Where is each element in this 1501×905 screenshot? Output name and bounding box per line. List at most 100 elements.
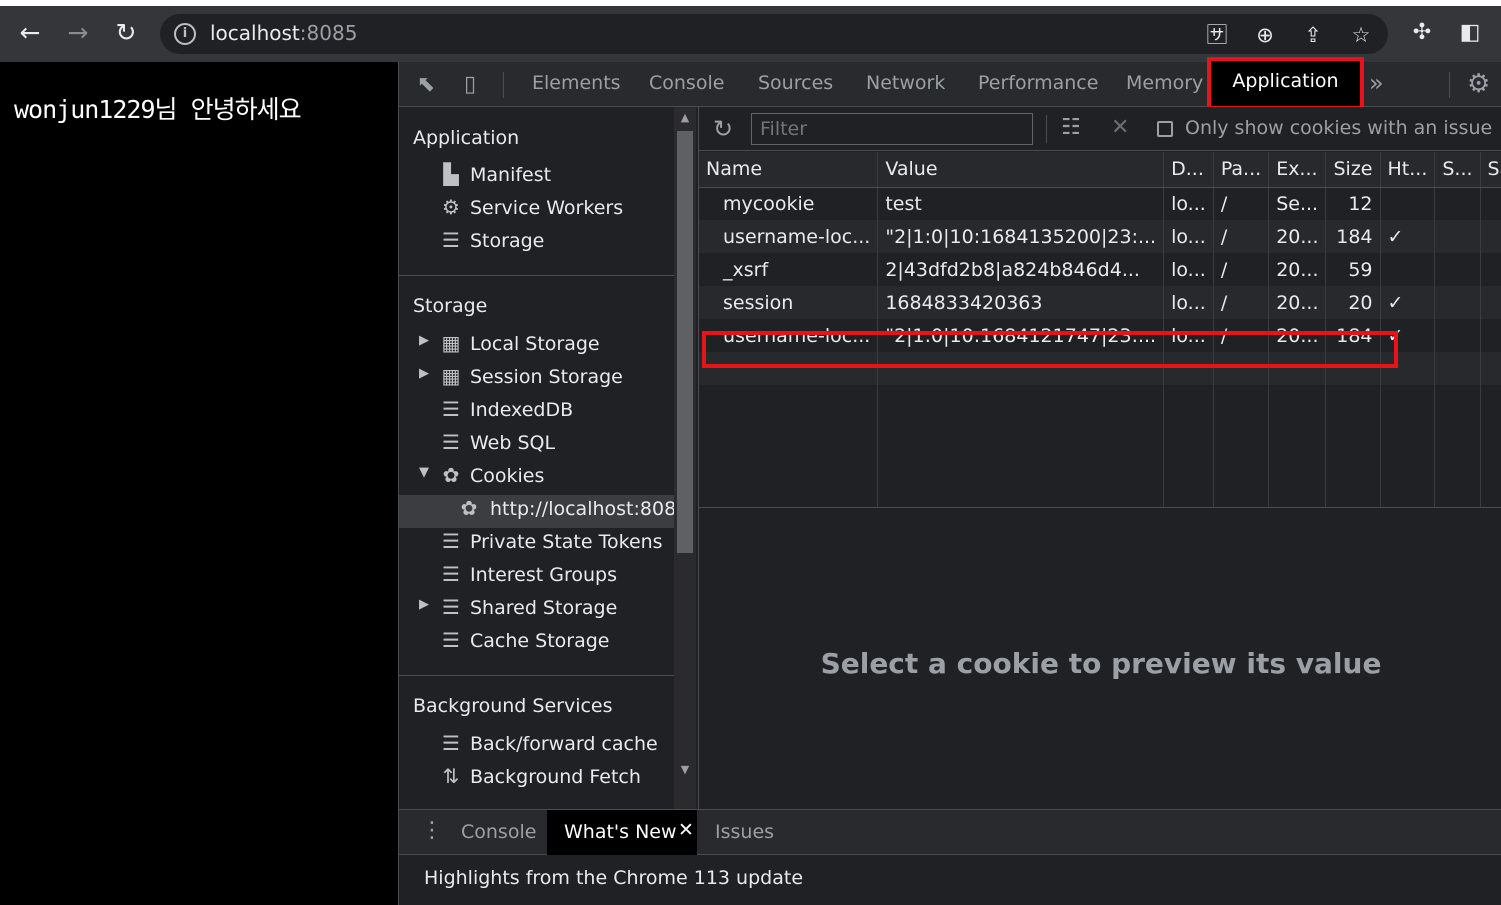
drawer-tab-issues[interactable]: Issues xyxy=(715,821,774,843)
sidebar-item-storage-overview[interactable]: ☰ Storage xyxy=(399,227,674,260)
device-toolbar-icon[interactable]: ▯ xyxy=(455,70,485,100)
collapse-arrow-icon[interactable]: ▼ xyxy=(419,465,429,480)
column-header-expires[interactable]: Ex... xyxy=(1268,152,1327,188)
cell-size: 59 xyxy=(1325,253,1381,286)
cell-size: 12 xyxy=(1325,187,1381,220)
sidebar-item-manifest[interactable]: ▙ Manifest xyxy=(399,161,674,194)
sidebar-item-back-forward-cache[interactable]: ☰ Back/forward cache xyxy=(399,730,674,763)
refresh-icon[interactable]: ↻ xyxy=(713,115,733,143)
scrollbar-thumb[interactable] xyxy=(677,131,693,553)
tab-performance[interactable]: Performance xyxy=(978,72,1098,94)
sidebar-item-cookie-origin[interactable]: ✿ http://localhost:8085 xyxy=(399,495,674,528)
tab-application[interactable]: Application xyxy=(1207,57,1364,110)
more-tabs-chevron-icon[interactable]: » xyxy=(1369,69,1384,97)
section-title-background-services: Background Services xyxy=(413,695,613,717)
table-row-session[interactable]: session 1684833420363 lo... / 20... 20 ✓ xyxy=(699,286,1501,319)
address-bar[interactable]: i localhost:8085 🈂 ⊕ ⇪ ☆ xyxy=(160,14,1388,54)
drawer-menu-icon[interactable]: ⋮ xyxy=(421,818,443,843)
table-row[interactable]: _xsrf 2|43dfd2b8|a824b846d4... lo... / 2… xyxy=(699,253,1501,286)
database-icon: ☰ xyxy=(442,595,460,619)
reload-button[interactable]: ↻ xyxy=(112,18,140,48)
tab-separator xyxy=(503,72,504,98)
column-header-domain[interactable]: D... xyxy=(1163,152,1214,188)
sidebar-item-service-workers[interactable]: ⚙ Service Workers xyxy=(399,194,674,227)
cell-samesite xyxy=(1480,253,1501,286)
tab-console[interactable]: Console xyxy=(649,72,724,94)
section-title-storage: Storage xyxy=(413,295,488,317)
column-header-httponly[interactable]: Ht... xyxy=(1380,152,1436,188)
sidebar-vertical-scrollbar[interactable]: ▲ ▼ xyxy=(674,107,696,809)
sidebar-item-local-storage[interactable]: ▶ ▦ Local Storage xyxy=(399,330,674,363)
cell-path: / xyxy=(1213,319,1270,352)
tab-elements[interactable]: Elements xyxy=(532,72,621,94)
cell-secure xyxy=(1434,220,1481,253)
cookie-icon: ✿ xyxy=(442,463,460,487)
browser-toolbar: ← → ↻ i localhost:8085 🈂 ⊕ ⇪ ☆ ✣ ◧ xyxy=(0,0,1501,62)
translate-icon[interactable]: 🈂 xyxy=(1204,22,1230,48)
sidebar-item-cookies[interactable]: ▼ ✿ Cookies xyxy=(399,462,674,495)
drawer-tab-whats-new[interactable]: What's New ✕ xyxy=(547,810,697,855)
column-header-name[interactable]: Name xyxy=(699,152,879,188)
close-icon[interactable]: ✕ xyxy=(678,819,694,841)
cell-name: username-loc... xyxy=(699,220,879,253)
inspect-element-icon[interactable]: ⬉ xyxy=(411,70,441,100)
side-panel-icon[interactable]: ◧ xyxy=(1456,18,1484,48)
expand-arrow-icon[interactable]: ▶ xyxy=(419,333,429,348)
cell-samesite xyxy=(1480,319,1501,352)
extensions-puzzle-icon[interactable]: ✣ xyxy=(1408,18,1436,48)
section-divider xyxy=(399,675,674,676)
table-row[interactable]: mycookie test lo... / Se... 12 xyxy=(699,187,1501,220)
issue-filter-checkbox[interactable] xyxy=(1157,121,1173,137)
sidebar-item-shared-storage[interactable]: ▶ ☰ Shared Storage xyxy=(399,594,674,627)
scroll-up-icon[interactable]: ▲ xyxy=(674,111,696,124)
column-header-value[interactable]: Value xyxy=(877,152,1165,188)
greeting-text: wonjun1229님 안녕하세요 xyxy=(14,95,302,124)
share-icon[interactable]: ⇪ xyxy=(1300,22,1326,48)
bookmark-star-icon[interactable]: ☆ xyxy=(1348,22,1374,48)
cell-httponly: ✓ xyxy=(1380,286,1436,319)
database-icon: ☰ xyxy=(442,529,460,553)
info-icon[interactable]: i xyxy=(174,23,196,45)
sidebar-item-web-sql[interactable]: ☰ Web SQL xyxy=(399,429,674,462)
column-header-size[interactable]: Size xyxy=(1325,152,1381,188)
sidebar-item-label: Shared Storage xyxy=(470,597,618,619)
cell-value: 1684833420363 xyxy=(877,286,1165,319)
sidebar-item-interest-groups[interactable]: ☰ Interest Groups xyxy=(399,561,674,594)
sidebar-item-label: Local Storage xyxy=(470,333,600,355)
cell-path: / xyxy=(1213,253,1270,286)
expand-arrow-icon[interactable]: ▶ xyxy=(419,597,429,612)
cell-domain: lo... xyxy=(1163,220,1214,253)
cell-expires: Se... xyxy=(1268,187,1327,220)
tab-sources[interactable]: Sources xyxy=(758,72,833,94)
column-header-secure[interactable]: S... xyxy=(1434,152,1481,188)
sidebar-item-cache-storage[interactable]: ☰ Cache Storage xyxy=(399,627,674,660)
database-icon: ☰ xyxy=(442,628,460,652)
sidebar-item-session-storage[interactable]: ▶ ▦ Session Storage xyxy=(399,363,674,396)
clear-filtered-cookies-icon[interactable]: ☷ xyxy=(1061,115,1081,140)
tab-network[interactable]: Network xyxy=(866,72,945,94)
settings-gear-icon[interactable]: ⚙ xyxy=(1467,69,1490,99)
delete-selected-icon[interactable]: ✕ xyxy=(1111,115,1129,140)
column-header-path[interactable]: Pa... xyxy=(1213,152,1270,188)
forward-button[interactable]: → xyxy=(64,18,92,48)
scroll-down-icon[interactable]: ▼ xyxy=(674,763,696,776)
zoom-icon[interactable]: ⊕ xyxy=(1252,22,1278,48)
file-icon: ▙ xyxy=(443,162,459,186)
expand-arrow-icon[interactable]: ▶ xyxy=(419,366,429,381)
cell-domain: lo... xyxy=(1163,187,1214,220)
drawer-tab-console[interactable]: Console xyxy=(461,821,536,843)
drawer-tab-bar: ⋮ Console What's New ✕ Issues xyxy=(399,809,1501,855)
table-row[interactable]: username-loc... "2|1:0|10:1684121747|23:… xyxy=(699,319,1501,352)
back-button[interactable]: ← xyxy=(16,18,44,48)
tab-memory[interactable]: Memory xyxy=(1126,72,1203,94)
sidebar-item-label: Background Fetch xyxy=(470,766,641,788)
filter-input[interactable] xyxy=(751,113,1033,145)
column-header-samesite[interactable]: Sa... xyxy=(1480,152,1501,188)
sidebar-item-indexeddb[interactable]: ☰ IndexedDB xyxy=(399,396,674,429)
sidebar-item-background-fetch[interactable]: ⇅ Background Fetch xyxy=(399,763,674,796)
section-title-application: Application xyxy=(413,127,520,149)
devtools-panel: ⬉ ▯ Elements Console Sources Network Per… xyxy=(398,57,1501,905)
sidebar-item-private-state-tokens[interactable]: ☰ Private State Tokens xyxy=(399,528,674,561)
table-row[interactable]: username-loc... "2|1:0|10:1684135200|23:… xyxy=(699,220,1501,253)
cell-value: test xyxy=(877,187,1165,220)
